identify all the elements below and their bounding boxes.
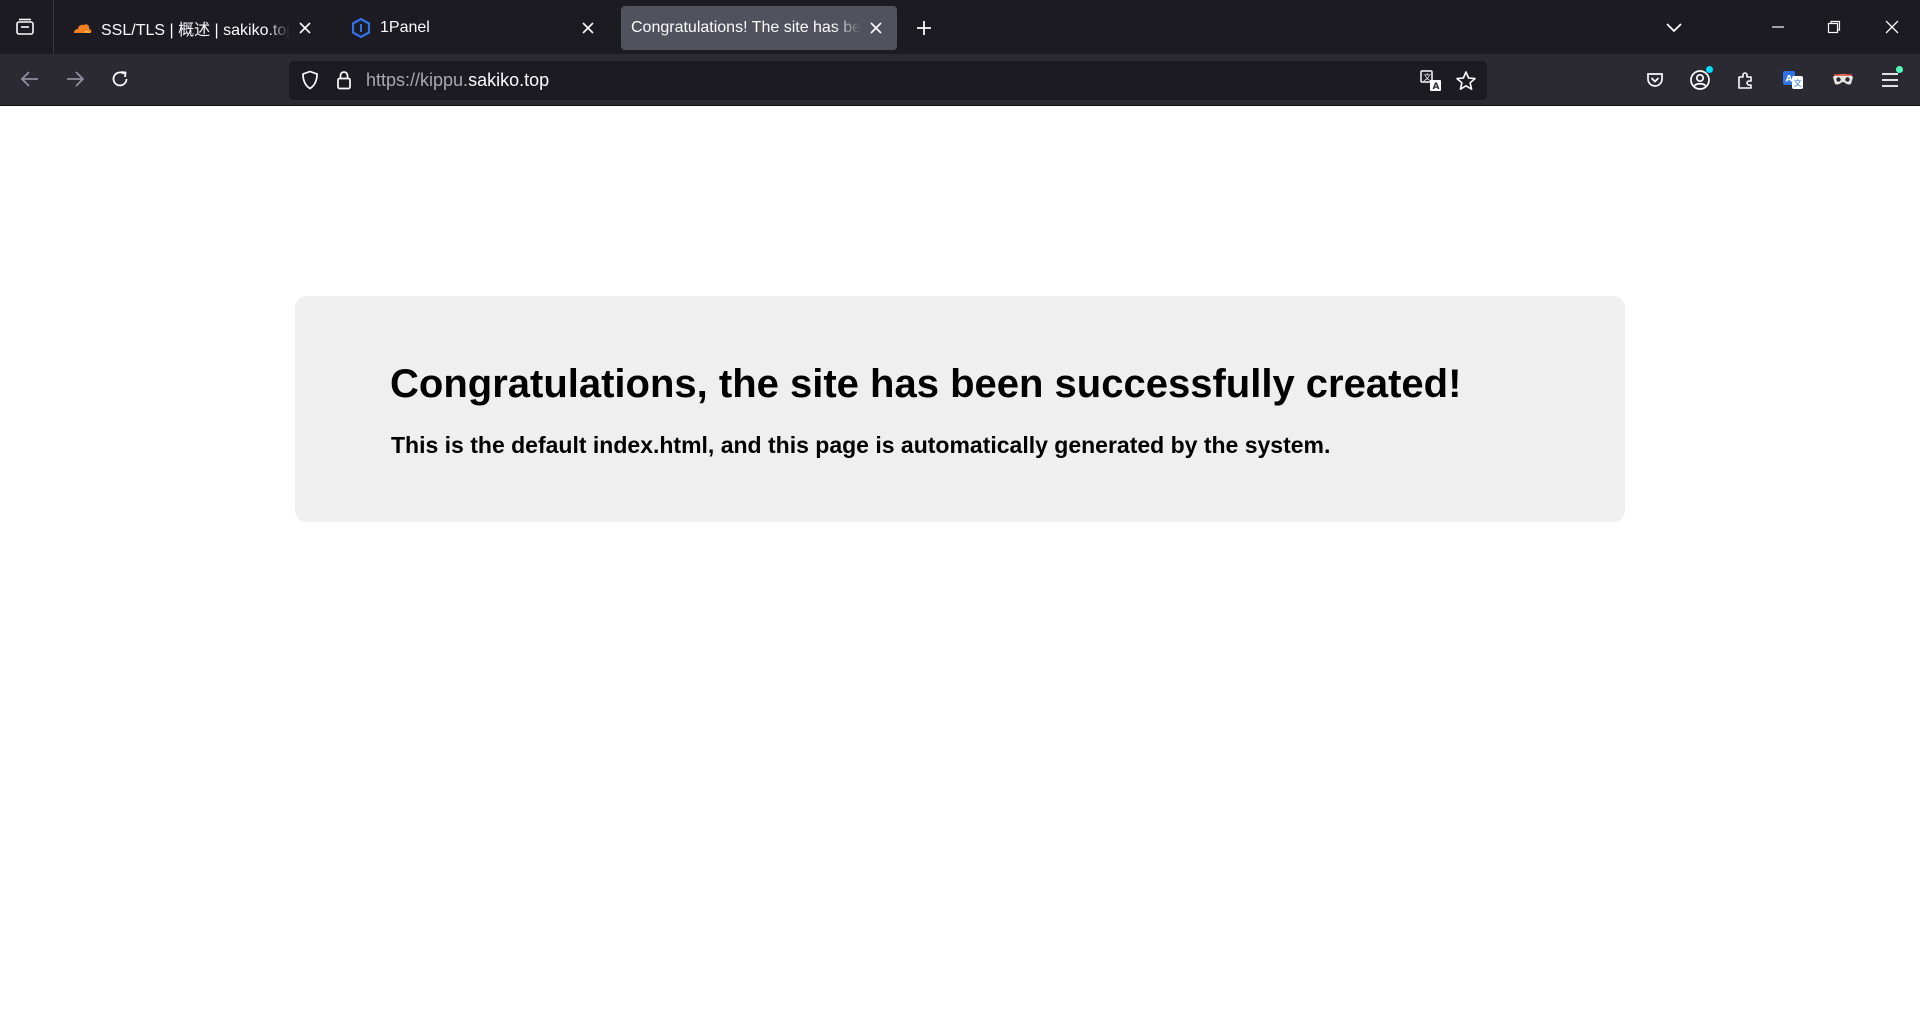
close-icon <box>1885 20 1899 34</box>
account-button[interactable] <box>1683 63 1717 97</box>
app-menu-button[interactable] <box>1873 63 1907 97</box>
pocket-button[interactable] <box>1638 63 1672 97</box>
bookmark-star-icon[interactable] <box>1454 69 1478 93</box>
translate-page-icon[interactable]: 文 A <box>1419 69 1443 93</box>
page-content: Congratulations, the site has been succe… <box>0 106 1920 1030</box>
translate-extension-icon: A 文 <box>1783 71 1803 89</box>
1panel-icon <box>351 18 371 38</box>
lock-icon[interactable] <box>333 69 355 91</box>
firefox-view-button[interactable] <box>8 10 42 44</box>
reload-icon <box>112 71 128 87</box>
firefox-view-icon <box>16 18 34 35</box>
list-all-tabs-button[interactable] <box>1658 12 1690 44</box>
restore-button[interactable] <box>1806 0 1862 54</box>
mask-extension-icon <box>1833 74 1853 85</box>
close-icon <box>870 22 882 34</box>
forward-button[interactable] <box>58 62 92 96</box>
tab-close-button[interactable] <box>865 17 887 39</box>
tab-separator <box>53 0 54 54</box>
mask-extension-button[interactable] <box>1826 63 1860 97</box>
tab-1panel[interactable]: 1Panel <box>341 6 609 50</box>
url-text[interactable]: https://kippu.sakiko.top <box>366 70 549 91</box>
welcome-card: Congratulations, the site has been succe… <box>295 296 1625 522</box>
tab-congratulations[interactable]: Congratulations! The site has been <box>621 6 897 50</box>
close-icon <box>299 22 311 34</box>
window-close-button[interactable] <box>1864 0 1920 54</box>
restore-icon <box>1827 20 1841 34</box>
browser-chrome: SSL/TLS | 概述 | sakiko.top | K 1Panel Con… <box>0 0 1920 106</box>
tab-title: Congratulations! The site has been <box>631 19 861 36</box>
new-tab-button[interactable] <box>908 12 940 44</box>
minimize-button[interactable] <box>1750 0 1806 54</box>
minimize-icon <box>1772 26 1784 28</box>
svg-text:文: 文 <box>1423 72 1431 82</box>
url-scheme-subdomain: https://kippu. <box>366 70 469 90</box>
back-button[interactable] <box>13 62 47 96</box>
url-bar[interactable]: https://kippu.sakiko.top 文 A <box>289 61 1487 100</box>
svg-text:A: A <box>1433 82 1440 92</box>
translate-extension-button[interactable]: A 文 <box>1776 63 1810 97</box>
notification-dot <box>1706 66 1713 73</box>
nav-toolbar: https://kippu.sakiko.top 文 A A 文 <box>0 54 1920 105</box>
close-icon <box>582 22 594 34</box>
tab-ssl-tls[interactable]: SSL/TLS | 概述 | sakiko.top | K <box>62 6 326 50</box>
tab-bar: SSL/TLS | 概述 | sakiko.top | K 1Panel Con… <box>0 0 1920 54</box>
page-subheading: This is the default index.html, and this… <box>391 432 1331 458</box>
svg-text:A: A <box>1786 75 1793 85</box>
tab-close-button[interactable] <box>294 17 316 39</box>
pocket-icon <box>1647 73 1663 87</box>
menu-icon <box>1882 73 1898 87</box>
arrow-left-icon <box>20 71 38 87</box>
tab-title: SSL/TLS | 概述 | sakiko.top | K <box>101 22 290 39</box>
extensions-button[interactable] <box>1729 63 1763 97</box>
update-dot <box>1896 66 1903 73</box>
arrow-right-icon <box>67 71 85 87</box>
tracking-protection-icon[interactable] <box>299 69 321 91</box>
tab-title: 1Panel <box>380 19 430 36</box>
tab-close-button[interactable] <box>577 17 599 39</box>
reload-button[interactable] <box>103 62 137 96</box>
page-heading: Congratulations, the site has been succe… <box>390 362 1462 406</box>
cloudflare-icon <box>72 18 92 38</box>
plus-icon <box>917 21 931 35</box>
svg-text:文: 文 <box>1794 78 1802 88</box>
chevron-down-icon <box>1666 23 1682 33</box>
extensions-icon <box>1738 72 1752 89</box>
url-domain: sakiko.top <box>468 70 550 90</box>
